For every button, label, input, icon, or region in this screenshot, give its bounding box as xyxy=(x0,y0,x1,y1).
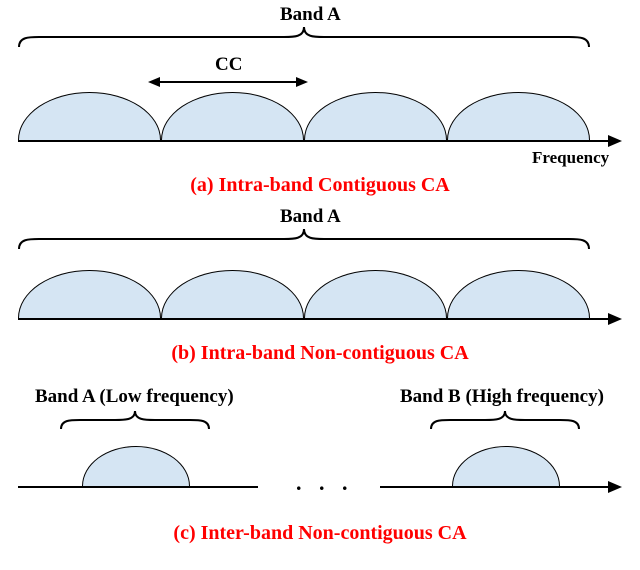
axis-arrowhead-b xyxy=(608,311,624,327)
panel-b: Band A (b) Intra-band Non-contiguous CA xyxy=(0,200,640,380)
carrier-lobe xyxy=(18,92,161,140)
cc-double-arrow xyxy=(148,75,308,89)
carrier-lobe xyxy=(161,92,304,140)
carrier-lobe xyxy=(304,270,447,318)
frequency-axis xyxy=(18,140,612,142)
carrier-lobe-low xyxy=(82,446,190,486)
panel-c: Band A (Low frequency) Band B (High freq… xyxy=(0,380,640,570)
carrier-lobe xyxy=(161,270,304,318)
cc-label: CC xyxy=(215,54,242,76)
caption-c: (c) Inter-band Non-contiguous CA xyxy=(0,522,640,545)
brace-band-a-top xyxy=(18,26,590,48)
frequency-axis-c-left xyxy=(18,486,258,488)
carrier-lobe xyxy=(304,92,447,140)
carrier-lobe xyxy=(447,92,590,140)
frequency-label: Frequency xyxy=(532,148,609,168)
carrier-lobe xyxy=(18,270,161,318)
caption-b: (b) Intra-band Non-contiguous CA xyxy=(0,342,640,365)
band-a-low-label: Band A (Low frequency) xyxy=(35,386,234,408)
band-b-high-label: Band B (High frequency) xyxy=(400,386,604,408)
brace-band-a-c xyxy=(60,410,210,430)
carrier-lobe-high xyxy=(452,446,560,486)
caption-a: (a) Intra-band Contiguous CA xyxy=(0,174,640,197)
brace-band-b-c xyxy=(430,410,580,430)
axis-arrowhead xyxy=(608,133,624,149)
band-a-label-b: Band A xyxy=(280,206,341,228)
frequency-axis-c-right xyxy=(380,486,612,488)
brace-band-a-b xyxy=(18,228,590,250)
band-a-label: Band A xyxy=(280,4,341,26)
carrier-lobe xyxy=(447,270,590,318)
panel-a: Band A CC Frequency (a) Intra-band Conti… xyxy=(0,0,640,200)
frequency-axis-b xyxy=(18,318,612,320)
ellipsis-dots: . . . xyxy=(296,470,354,496)
axis-arrowhead-c xyxy=(608,479,624,495)
